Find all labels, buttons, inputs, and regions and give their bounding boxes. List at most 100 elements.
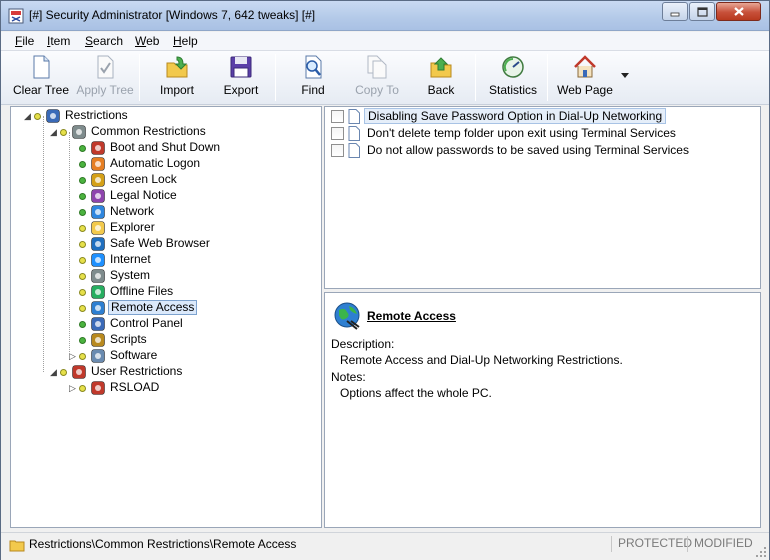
tree-item-internet[interactable]: Internet — [11, 252, 311, 268]
list-item[interactable]: Disabling Save Password Option in Dial-U… — [331, 108, 667, 124]
find-button[interactable]: Find — [291, 54, 335, 102]
title-bar[interactable]: [#] Security Administrator [Windows 7, 6… — [1, 1, 769, 31]
status-dot-yellow — [34, 113, 41, 120]
status-dot-yellow — [79, 225, 86, 232]
close-button[interactable] — [716, 2, 761, 21]
expand-icon[interactable]: ▷ — [69, 384, 77, 393]
status-path: Restrictions\Common Restrictions\Remote … — [29, 537, 297, 551]
tree-item-label: Boot and Shut Down — [110, 140, 221, 154]
list-item-label: Do not allow passwords to be saved using… — [367, 143, 689, 157]
window-title: [#] Security Administrator [Windows 7, 6… — [29, 8, 316, 22]
statistics-button[interactable]: Statistics — [487, 54, 539, 102]
home-icon — [574, 55, 596, 78]
toolbar: Clear Tree Apply Tree Import Export Find… — [1, 51, 769, 105]
status-dot-yellow — [79, 305, 86, 312]
import-button[interactable]: Import — [153, 54, 201, 102]
tree-item-label: Legal Notice — [110, 188, 177, 202]
logon-icon — [91, 157, 105, 171]
tree-node-common-restrictions[interactable]: ◢ Common Restrictions — [11, 124, 311, 140]
tree-item-label: User Restrictions — [91, 364, 183, 378]
description-text: Remote Access and Dial-Up Networking Res… — [340, 353, 623, 367]
lock-icon — [91, 173, 105, 187]
document-icon — [348, 125, 360, 141]
system-icon — [72, 125, 86, 139]
tweak-checkbox[interactable] — [331, 126, 344, 140]
copy-to-button[interactable]: Copy To — [351, 54, 403, 102]
tweak-list[interactable]: Disabling Save Password Option in Dial-U… — [324, 106, 761, 289]
status-dot-green — [79, 145, 86, 152]
tree-item-boot-and-shut-down[interactable]: Boot and Shut Down — [11, 140, 311, 156]
tree-item-label: Offline Files — [110, 284, 174, 298]
tree-item-offline-files[interactable]: Offline Files — [11, 284, 311, 300]
tree-item-user[interactable]: ▷ RSLOAD — [11, 380, 311, 396]
collapse-icon[interactable]: ◢ — [50, 368, 58, 377]
menu-help[interactable]: Help — [173, 34, 198, 48]
system-icon — [91, 269, 105, 283]
menu-web[interactable]: Web — [135, 34, 159, 48]
web-page-button[interactable]: Web Page — [557, 54, 613, 102]
web-page-dropdown-icon[interactable] — [621, 73, 629, 79]
collapse-icon[interactable]: ◢ — [24, 112, 32, 121]
resize-grip-icon[interactable] — [755, 546, 767, 558]
export-button[interactable]: Export — [217, 54, 265, 102]
status-dot-green — [79, 209, 86, 216]
tree-item-remote-access[interactable]: Remote Access — [11, 300, 311, 316]
tree-connector-line — [43, 116, 44, 372]
menu-file[interactable]: File — [15, 34, 34, 48]
power-icon — [91, 141, 105, 155]
collapse-icon[interactable]: ◢ — [50, 128, 58, 137]
toolbar-separator — [547, 54, 548, 101]
menu-search[interactable]: Search — [85, 34, 123, 48]
tweak-checkbox[interactable] — [331, 143, 344, 157]
tree-root-restrictions[interactable]: ◢ Restrictions — [11, 108, 311, 124]
folder-icon — [9, 540, 25, 552]
tree-item-network[interactable]: Network — [11, 204, 311, 220]
status-modified: MODIFIED — [687, 536, 753, 552]
control-panel-icon — [91, 317, 105, 331]
tree-item-screen-lock[interactable]: Screen Lock — [11, 172, 311, 188]
sync-icon — [91, 285, 105, 299]
list-item[interactable]: Don't delete temp folder upon exit using… — [331, 125, 679, 141]
menu-bar: File Item Search Web Help — [1, 32, 769, 51]
blank-page-icon — [33, 55, 50, 79]
toolbar-separator — [275, 54, 276, 101]
user-icon — [91, 381, 105, 395]
maximize-button[interactable] — [689, 2, 715, 21]
toolbar-separator — [475, 54, 476, 101]
status-protected: PROTECTED — [611, 536, 692, 552]
tree-item-software[interactable]: ▷ Software — [11, 348, 311, 364]
tree-item-label: Safe Web Browser — [110, 236, 210, 250]
tweak-checkbox[interactable] — [331, 109, 344, 123]
user-icon — [72, 365, 86, 379]
folder-icon — [91, 221, 105, 235]
tree-item-safe-web-browser[interactable]: Safe Web Browser — [11, 236, 311, 252]
apply-tree-button[interactable]: Apply Tree — [76, 54, 134, 102]
notes-text: Options affect the whole PC. — [340, 386, 492, 400]
tree-node-user-restrictions[interactable]: ◢ User Restrictions — [11, 364, 311, 380]
status-dot-green — [79, 193, 86, 200]
remote-access-globe-icon — [334, 302, 360, 330]
minimize-button[interactable] — [662, 2, 688, 21]
tree-item-scripts[interactable]: Scripts — [11, 332, 311, 348]
tree-item-label: Internet — [110, 252, 151, 266]
app-window: [#] Security Administrator [Windows 7, 6… — [0, 0, 770, 560]
document-icon — [348, 108, 360, 124]
legal-icon — [91, 189, 105, 203]
status-dot-yellow — [79, 241, 86, 248]
expand-icon[interactable]: ▷ — [69, 352, 77, 361]
statistics-gauge-icon — [502, 56, 524, 78]
menu-item[interactable]: Item — [47, 34, 70, 48]
description-label: Description: — [331, 337, 395, 351]
tree-item-label: Scripts — [110, 332, 147, 346]
tree-item-automatic-logon[interactable]: Automatic Logon — [11, 156, 311, 172]
restrictions-tree[interactable]: ◢ Restrictions ◢ Common Restrictions Boot an… — [10, 106, 322, 528]
tree-item-control-panel[interactable]: Control Panel — [11, 316, 311, 332]
clear-tree-button[interactable]: Clear Tree — [13, 54, 69, 102]
tree-item-explorer[interactable]: Explorer — [11, 220, 311, 236]
tree-item-legal-notice[interactable]: Legal Notice — [11, 188, 311, 204]
status-dot-yellow — [79, 289, 86, 296]
tree-item-label: Software — [110, 348, 158, 362]
back-button[interactable]: Back — [419, 54, 463, 102]
tree-item-system[interactable]: System — [11, 268, 311, 284]
list-item[interactable]: Do not allow passwords to be saved using… — [331, 142, 692, 158]
